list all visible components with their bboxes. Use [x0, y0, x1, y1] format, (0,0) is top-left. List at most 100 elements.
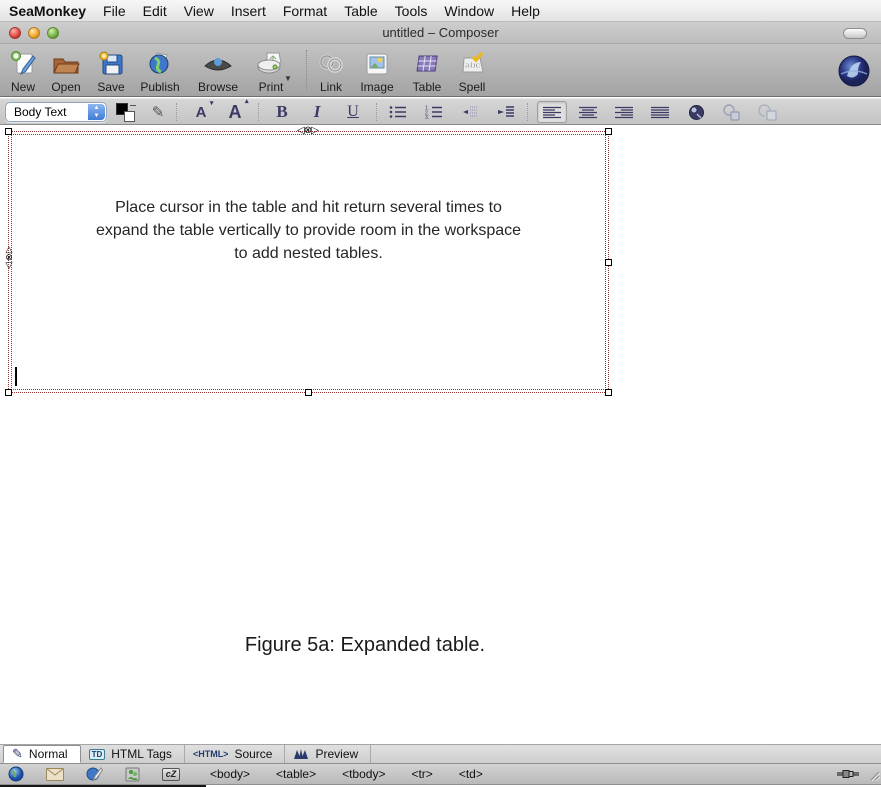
- tab-preview[interactable]: Preview: [285, 745, 371, 763]
- tab-normal[interactable]: ✎ Normal: [3, 745, 81, 763]
- decrease-font-button[interactable]: A▾: [186, 99, 216, 125]
- tag-table[interactable]: <table>: [276, 767, 316, 781]
- menu-tools[interactable]: Tools: [395, 3, 428, 19]
- format-separator: [527, 103, 528, 121]
- tag-tbody[interactable]: <tbody>: [342, 767, 385, 781]
- spell-button[interactable]: abc Spell: [452, 48, 492, 94]
- resize-grip[interactable]: [868, 769, 880, 781]
- bold-button[interactable]: B: [268, 99, 296, 125]
- table-drag-handle-horizontal[interactable]: ◁⊗▷: [297, 125, 318, 136]
- bullet-list-button[interactable]: [385, 99, 411, 125]
- navigator-icon[interactable]: [8, 766, 24, 782]
- publish-globe-icon: [134, 48, 186, 79]
- menu-view[interactable]: View: [184, 3, 214, 19]
- print-button[interactable]: Print: [248, 48, 294, 94]
- indent-button[interactable]: [492, 99, 520, 125]
- tab-html-tags[interactable]: TD HTML Tags: [81, 745, 185, 763]
- resize-handle-top-left[interactable]: [5, 128, 12, 135]
- print-dropdown-arrow-icon[interactable]: ▼: [284, 74, 292, 83]
- image-button[interactable]: Image: [356, 48, 398, 94]
- resize-handle-bottom-middle[interactable]: [305, 389, 312, 396]
- align-right-icon: [614, 106, 634, 119]
- justify-button[interactable]: [645, 99, 675, 125]
- tab-html-tags-label: HTML Tags: [111, 747, 172, 761]
- indent-icon: [497, 105, 515, 119]
- justify-icon: [650, 106, 670, 119]
- decrease-font-label: A: [196, 104, 207, 121]
- select-stepper-icon: ▲▼: [88, 104, 105, 120]
- window-titlebar: untitled – Composer: [0, 22, 881, 44]
- paragraph-style-select[interactable]: Body Text ▲▼: [5, 102, 107, 122]
- tag-td[interactable]: <td>: [459, 767, 483, 781]
- background-color-swatch[interactable]: [124, 111, 135, 122]
- paragraph-style-value: Body Text: [14, 105, 66, 119]
- browse-button-label: Browse: [192, 80, 244, 94]
- align-center-icon: [578, 106, 598, 119]
- online-status-icon[interactable]: [837, 769, 859, 779]
- new-button[interactable]: New: [4, 48, 42, 94]
- table-cell-text[interactable]: Place cursor in the table and hit return…: [9, 196, 608, 265]
- align-right-button[interactable]: [609, 99, 639, 125]
- resize-handle-bottom-right[interactable]: [605, 389, 612, 396]
- tab-source[interactable]: <HTML> Source: [185, 745, 286, 763]
- menu-insert[interactable]: Insert: [231, 3, 266, 19]
- image-photo-icon: [356, 48, 398, 79]
- publish-button[interactable]: Publish: [134, 48, 186, 94]
- menu-file[interactable]: File: [103, 3, 126, 19]
- mail-icon[interactable]: [46, 768, 64, 781]
- tag-body[interactable]: <body>: [210, 767, 250, 781]
- save-button[interactable]: Save: [92, 48, 130, 94]
- svg-text:3.: 3.: [425, 115, 429, 119]
- highlight-color-button[interactable]: ✎: [146, 99, 170, 125]
- underline-button[interactable]: U: [339, 99, 367, 125]
- menu-seamonkey[interactable]: SeaMonkey: [9, 3, 86, 19]
- seamonkey-logo-icon: [837, 54, 871, 93]
- address-book-icon[interactable]: [125, 767, 140, 782]
- save-floppy-icon: [92, 48, 130, 79]
- italic-button[interactable]: I: [303, 99, 331, 125]
- composer-icon[interactable]: [86, 766, 103, 782]
- pencil-icon: ✎: [152, 103, 165, 121]
- tag-tr[interactable]: <tr>: [411, 767, 432, 781]
- outdent-button[interactable]: [456, 99, 484, 125]
- send-to-back-button[interactable]: [753, 99, 783, 125]
- numbered-list-button[interactable]: 1.2.3.: [421, 99, 447, 125]
- bold-label: B: [276, 102, 287, 122]
- format-separator: [176, 103, 177, 121]
- link-button[interactable]: Link: [312, 48, 350, 94]
- edit-mode-bar: ✎ Normal TD HTML Tags <HTML> Source Prev…: [0, 744, 881, 764]
- figure-caption[interactable]: Figure 5a: Expanded table.: [0, 634, 730, 657]
- align-center-button[interactable]: [573, 99, 603, 125]
- editor-canvas[interactable]: Place cursor in the table and hit return…: [0, 126, 881, 745]
- table-button[interactable]: Table: [406, 48, 448, 94]
- text-color-picker[interactable]: [116, 103, 140, 122]
- open-button[interactable]: Open: [44, 48, 88, 94]
- window-title: untitled – Composer: [0, 25, 881, 40]
- bring-to-front-button[interactable]: [717, 99, 747, 125]
- align-left-button[interactable]: [537, 101, 567, 123]
- resize-handle-top-right[interactable]: [605, 128, 612, 135]
- resize-handle-bottom-left[interactable]: [5, 389, 12, 396]
- html-source-icon: <HTML>: [193, 749, 229, 759]
- new-button-label: New: [4, 80, 42, 94]
- menu-edit[interactable]: Edit: [143, 3, 167, 19]
- menu-help[interactable]: Help: [511, 3, 540, 19]
- send-to-back-icon: [758, 104, 778, 121]
- format-separator: [258, 103, 259, 121]
- table-button-label: Table: [406, 80, 448, 94]
- bullet-list-icon: [389, 105, 407, 119]
- resize-handle-right-middle[interactable]: [605, 259, 612, 266]
- browse-button[interactable]: Browse: [192, 48, 244, 94]
- menu-table[interactable]: Table: [344, 3, 377, 19]
- link-button-label: Link: [312, 80, 350, 94]
- table-drag-handle-vertical[interactable]: △⊗▽: [3, 245, 15, 269]
- align-left-icon: [542, 106, 562, 119]
- link-chain-icon: [312, 48, 350, 79]
- chatzilla-icon[interactable]: cZ: [162, 768, 180, 781]
- toolbar-toggle-button[interactable]: [843, 28, 867, 39]
- menu-format[interactable]: Format: [283, 3, 327, 19]
- absolute-position-button[interactable]: [682, 99, 710, 125]
- menu-window[interactable]: Window: [444, 3, 494, 19]
- selected-table[interactable]: Place cursor in the table and hit return…: [8, 131, 609, 393]
- increase-font-button[interactable]: A▴: [220, 99, 250, 125]
